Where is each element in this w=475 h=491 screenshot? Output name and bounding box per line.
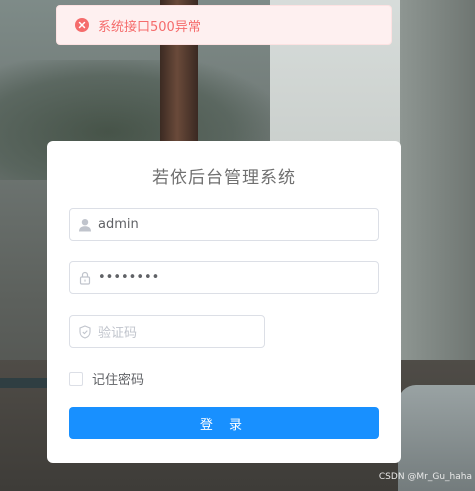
captcha-placeholder: 验证码 xyxy=(98,326,138,341)
captcha-input[interactable]: 验证码 xyxy=(69,315,265,348)
error-alert: 系统接口500异常 xyxy=(56,5,392,45)
shield-icon xyxy=(72,324,98,339)
error-circle-icon xyxy=(75,18,89,32)
login-title: 若依后台管理系统 xyxy=(152,168,296,188)
watermark: CSDN @Mr_Gu_haha xyxy=(378,472,472,482)
username-value: admin xyxy=(98,217,139,232)
username-input[interactable]: admin xyxy=(69,208,379,241)
password-input[interactable]: •••••••• xyxy=(69,261,379,294)
alert-message: 系统接口500异常 xyxy=(98,19,201,35)
remember-checkbox[interactable] xyxy=(69,371,83,386)
lock-icon xyxy=(72,271,98,285)
login-button[interactable]: 登 录 xyxy=(69,407,379,439)
password-value: •••••••• xyxy=(98,270,160,285)
remember-password[interactable]: 记住密码 xyxy=(69,369,144,388)
login-form: 若依后台管理系统 admin •••••••• 验证码 记住密码 登 录 xyxy=(47,141,401,463)
background-bench xyxy=(0,378,48,388)
login-page: 系统接口500异常 若依后台管理系统 admin •••••••• 验证码 记住… xyxy=(0,0,475,491)
remember-label: 记住密码 xyxy=(92,373,145,388)
user-icon xyxy=(72,218,98,232)
